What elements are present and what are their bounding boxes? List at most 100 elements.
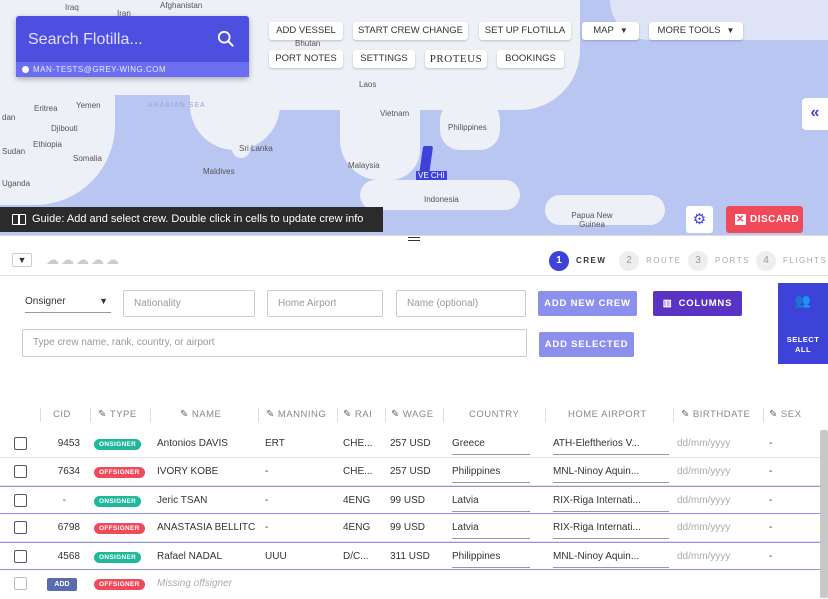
discard-button[interactable]: ✕ DISCARD [726,206,803,233]
row-checkbox[interactable] [14,437,27,450]
row-checkbox[interactable] [14,577,27,590]
step-ports[interactable]: 3 PORTS [688,247,750,274]
step-crew[interactable]: 1 CREW [549,247,606,274]
bookings-button[interactable]: BOOKINGS [497,50,564,68]
cell-rank[interactable]: D/C... [343,543,379,571]
map-dropdown-button[interactable]: MAP ▼ [582,22,639,40]
cell-country[interactable]: Latvia [452,487,530,515]
user-account[interactable]: MAN-TESTS@GREY-WING.COM [16,62,249,77]
cell-home-airport[interactable]: MNL-Ninoy Aquin... [553,458,669,486]
step-flights[interactable]: 4 FLIGHTS [756,247,827,274]
header-sex[interactable]: ✎ SEX [763,404,803,426]
cell-wage[interactable]: 99 USD [390,514,440,542]
nationality-input[interactable]: Nationality [123,290,255,317]
cell-type[interactable]: OFFSIGNER [94,514,145,542]
missing-offsigner-row[interactable]: ADD OFFSIGNER Missing offsigner [0,570,820,598]
columns-button[interactable]: ▥ COLUMNS [653,291,742,316]
row-checkbox[interactable] [14,521,27,534]
cell-manning[interactable]: - [265,487,325,515]
table-scrollbar[interactable] [820,430,828,598]
cell-country[interactable]: Greece [452,430,530,458]
cell-wage[interactable]: 311 USD [390,543,440,571]
vessel-label[interactable]: VE CHI [416,171,447,180]
cell-cid[interactable]: 7634 [50,458,80,486]
add-button[interactable]: ADD [47,578,77,591]
cell-home-airport[interactable]: ATH-Eleftherios V... [553,430,669,458]
cell-sex[interactable]: - [769,514,789,542]
cell-rank[interactable]: CHE... [343,458,379,486]
cell-cid[interactable]: - [50,487,66,515]
cell-type[interactable]: ONSIGNER [94,543,142,571]
cell-sex[interactable]: - [769,458,789,486]
header-manning[interactable]: ✎ MANNING [258,404,330,426]
cell-name[interactable]: Rafael NADAL [157,543,257,571]
start-crew-change-button[interactable]: START CREW CHANGE [353,22,468,40]
add-vessel-button[interactable]: ADD VESSEL [269,22,343,40]
settings-button[interactable]: SETTINGS [353,50,415,68]
cell-birthdate[interactable]: dd/mm/yyyy [677,458,757,486]
cell-name[interactable]: Antonios DAVIS [157,430,257,458]
row-checkbox[interactable] [14,550,27,563]
cell-country[interactable]: Philippines [452,458,530,486]
header-home-airport[interactable]: HOME AIRPORT [545,404,668,426]
table-row[interactable]: 7634 OFFSIGNER IVORY KOBE - CHE... 257 U… [0,458,820,486]
cell-sex[interactable]: - [769,487,789,515]
resize-handle[interactable] [408,237,420,241]
cell-birthdate[interactable]: dd/mm/yyyy [677,430,757,458]
more-tools-dropdown-button[interactable]: MORE TOOLS ▼ [649,22,743,40]
flotilla-search[interactable]: Search Flotilla... MAN-TESTS@GREY-WING.C… [16,16,249,77]
header-name[interactable]: ✎ NAME [150,404,255,426]
name-input[interactable]: Name (optional) [396,290,526,317]
crew-type-select[interactable]: Onsigner ▼ [25,293,111,313]
cell-name[interactable]: Jeric TSAN [157,487,257,515]
header-country[interactable]: COUNTRY [443,404,545,426]
collapse-panel-button[interactable]: « [802,98,828,130]
cell-country[interactable]: Latvia [452,514,530,542]
cell-birthdate[interactable]: dd/mm/yyyy [677,514,757,542]
caret-down-button[interactable]: ▼ [12,253,32,267]
row-checkbox[interactable] [14,465,27,478]
cell-home-airport[interactable]: RIX-Riga Internati... [553,487,669,515]
cell-type[interactable]: ONSIGNER [94,487,142,515]
table-row[interactable]: 4568 ONSIGNER Rafael NADAL UUU D/C... 31… [0,542,820,570]
set-up-flotilla-button[interactable]: SET UP FLOTILLA [479,22,571,40]
cell-country[interactable]: Philippines [452,543,530,571]
header-birthdate[interactable]: ✎ BIRTHDATE [673,404,763,426]
cell-name[interactable]: ANASTASIA BELLITC [157,514,257,542]
search-icon[interactable] [217,30,235,48]
cell-wage[interactable]: 257 USD [390,458,440,486]
cell-cid[interactable]: 6798 [50,514,80,542]
cell-manning[interactable]: - [265,514,325,542]
cell-cid[interactable]: 9453 [50,430,80,458]
cell-type[interactable]: OFFSIGNER [94,458,145,486]
add-selected-button[interactable]: ADD SELECTED [539,332,634,357]
cell-name[interactable]: IVORY KOBE [157,458,257,486]
crew-search-input[interactable]: Type crew name, rank, country, or airpor… [22,329,527,357]
cell-birthdate[interactable]: dd/mm/yyyy [677,543,757,571]
cell-birthdate[interactable]: dd/mm/yyyy [677,487,757,515]
port-notes-button[interactable]: PORT NOTES [269,50,343,68]
row-checkbox[interactable] [14,494,27,507]
cell-wage[interactable]: 99 USD [390,487,440,515]
cell-sex[interactable]: - [769,430,789,458]
step-route[interactable]: 2 ROUTE [619,247,682,274]
header-cid[interactable]: CID [40,404,80,426]
header-type[interactable]: ✎ TYPE [90,404,144,426]
cell-rank[interactable]: CHE... [343,430,379,458]
header-rank[interactable]: ✎ RAI [337,404,379,426]
settings-gear-button[interactable]: ⚙ [686,206,713,233]
cell-sex[interactable]: - [769,543,789,571]
home-airport-input[interactable]: Home Airport [267,290,383,317]
table-row[interactable]: - ONSIGNER Jeric TSAN - 4ENG 99 USD Latv… [0,486,820,514]
select-all-button[interactable]: 👥 SELECT ALL [778,283,828,364]
cell-rank[interactable]: 4ENG [343,514,379,542]
cell-manning[interactable]: - [265,458,325,486]
add-new-crew-button[interactable]: ADD NEW CREW [538,291,637,316]
cell-cid[interactable]: 4568 [50,543,80,571]
cell-rank[interactable]: 4ENG [343,487,379,515]
table-row[interactable]: 9453 ONSIGNER Antonios DAVIS ERT CHE... … [0,430,820,458]
cell-type[interactable]: ONSIGNER [94,430,142,458]
cell-manning[interactable]: UUU [265,543,325,571]
proteus-button[interactable]: PROTEUS [425,50,487,68]
cell-home-airport[interactable]: MNL-Ninoy Aquin... [553,543,669,571]
